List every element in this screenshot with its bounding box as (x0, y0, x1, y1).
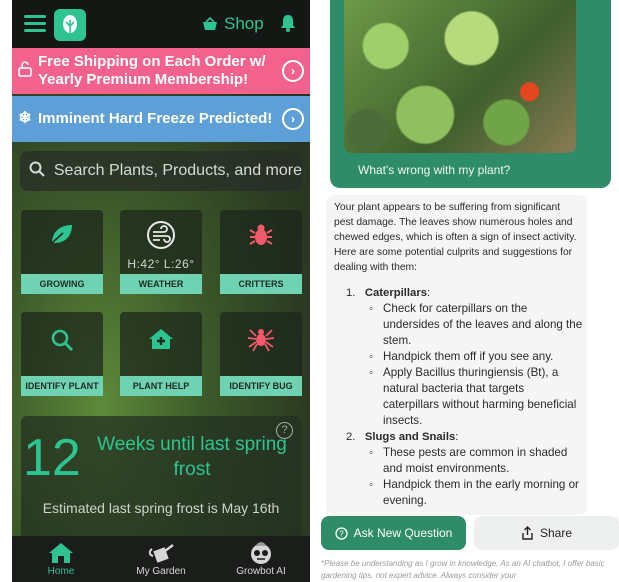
leaf-icon (21, 222, 103, 251)
watering-can-icon (121, 540, 201, 566)
help-circle-icon: ? (334, 526, 348, 540)
house-plus-icon (120, 327, 202, 356)
tile-weather[interactable]: H:42° L:26° WEATHER (120, 210, 202, 294)
tile-label: CRITTERS (220, 274, 302, 294)
share-button[interactable]: Share (474, 516, 619, 550)
answer-intro: Your plant appears to be suffering from … (334, 202, 577, 273)
ask-new-question-button[interactable]: ? Ask New Question (321, 516, 466, 550)
tile-label: PLANT HELP (120, 376, 202, 396)
answer-bullet: These pests are common in shaded and moi… (369, 445, 583, 477)
frost-countdown-card[interactable]: 12 Weeks until last spring frost ? Estim… (21, 416, 301, 542)
tile-growing[interactable]: GROWING (21, 210, 103, 294)
nav-label: Home (47, 566, 75, 577)
search-input[interactable]: Search Plants, Products, and more (54, 162, 302, 180)
tile-label: IDENTIFY PLANT (21, 376, 103, 396)
frost-title: Weeks until last spring frost (97, 434, 287, 480)
bell-icon[interactable] (280, 14, 296, 37)
nav-growbot-ai[interactable]: Growbot AI (221, 540, 301, 577)
search-bar[interactable]: Search Plants, Products, and more (20, 151, 302, 191)
tile-identify-bug[interactable]: IDENTIFY BUG (220, 312, 302, 396)
premium-shipping-banner[interactable]: Free Shipping on Each Order w/ Yearly Pr… (12, 48, 310, 94)
chevron-right-icon: › (282, 108, 304, 130)
home-icon (21, 540, 101, 566)
freeze-warning-banner[interactable]: ❄ Imminent Hard Freeze Predicted! › (12, 96, 310, 142)
tile-label: IDENTIFY BUG (220, 376, 302, 396)
share-icon (522, 526, 533, 540)
svg-text:?: ? (339, 529, 344, 538)
spider-icon (220, 326, 302, 357)
weather-reading: H:42° L:26° (127, 257, 195, 271)
ai-disclaimer: *Please be understanding as I grow in kn… (321, 559, 605, 580)
growbot-chat-screen: What's wrong with my plant? Your plant a… (317, 0, 619, 582)
answer-bullet: Handpick them off if you see any. (369, 349, 583, 365)
help-icon[interactable]: ? (276, 422, 293, 439)
nav-label: My Garden (136, 566, 186, 577)
basket-icon (203, 17, 217, 30)
answer-bullet: Apply Bacillus thuringiensis (Bt), a nat… (369, 365, 583, 429)
tile-plant-help[interactable]: PLANT HELP (120, 312, 202, 396)
nav-label: Growbot AI (236, 566, 286, 577)
wind-icon (120, 220, 202, 255)
app-logo[interactable] (54, 9, 86, 41)
search-icon (20, 161, 54, 182)
plant-photo[interactable] (344, 0, 576, 153)
tile-label: WEATHER (120, 274, 202, 294)
tile-critters[interactable]: CRITTERS (220, 210, 302, 294)
search-icon (21, 328, 103, 357)
tile-identify-plant[interactable]: IDENTIFY PLANT (21, 312, 103, 396)
weeks-count: 12 (23, 429, 81, 487)
frost-estimate: Estimated last spring frost is May 16th (42, 500, 280, 516)
menu-icon[interactable] (24, 15, 46, 33)
robot-icon (221, 540, 301, 566)
bottom-nav: Home My Garden Growbot AI (12, 536, 310, 582)
nav-home[interactable]: Home (21, 540, 101, 577)
answer-section-title: 2. Slugs and Snails: (346, 431, 459, 443)
snowflake-icon: ❄ (18, 110, 32, 127)
top-bar: Shop (12, 0, 310, 48)
bot-answer-bubble: Your plant appears to be suffering from … (326, 195, 587, 515)
user-question: What's wrong with my plant? (358, 163, 511, 177)
chevron-right-icon: › (282, 60, 304, 82)
shop-label: Shop (224, 14, 264, 33)
banner-text: Free Shipping on Each Order w/ Yearly Pr… (38, 53, 266, 88)
answer-bullet: Check for caterpillars on the undersides… (369, 301, 583, 349)
shop-button[interactable]: Shop (202, 13, 264, 35)
lock-icon (12, 60, 38, 82)
answer-section-title: 1. Caterpillars: (346, 287, 431, 299)
banner-text: Imminent Hard Freeze Predicted! (38, 110, 273, 127)
nav-my-garden[interactable]: My Garden (121, 540, 201, 577)
bug-icon (220, 222, 302, 253)
home-screen: Shop Free Shipping on Each Order w/ Year… (12, 0, 310, 582)
answer-bullet: Handpick them in the early morning or ev… (369, 477, 583, 509)
tile-label: GROWING (21, 274, 103, 294)
